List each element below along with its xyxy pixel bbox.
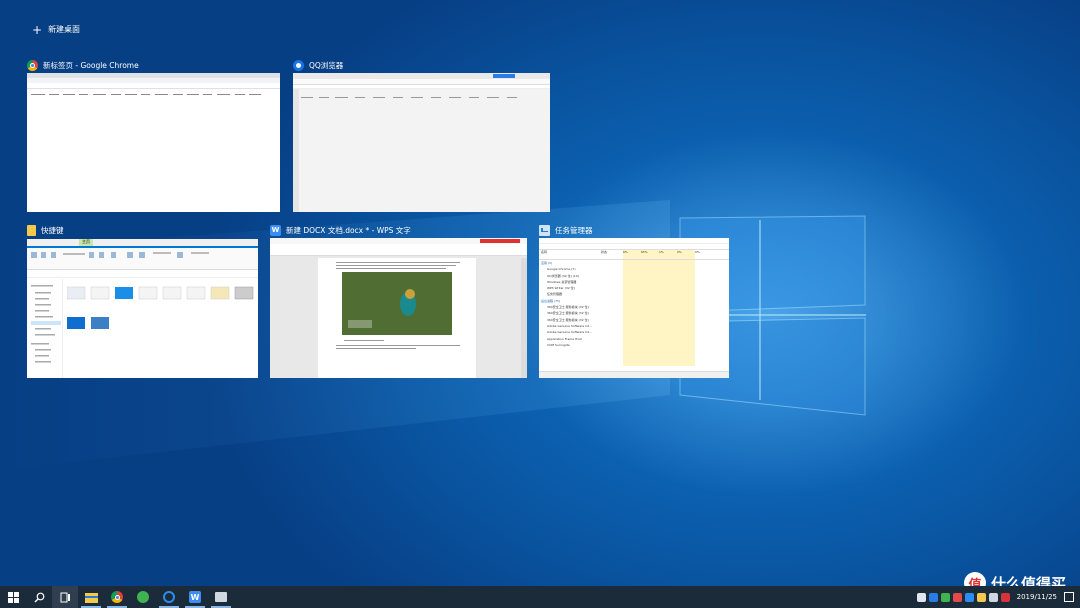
explorer-tab: 主页 <box>79 239 93 246</box>
start-button[interactable] <box>0 586 26 608</box>
start-icon <box>7 591 19 603</box>
window-thumbnail <box>27 73 280 212</box>
taskbar-file-explorer[interactable] <box>78 586 104 608</box>
window-wps-writer[interactable]: W 新建 DOCX 文档.docx * - WPS 文字 <box>270 223 527 378</box>
network-icon[interactable] <box>988 592 998 602</box>
window-thumbnail: 主页 <box>27 239 258 378</box>
window-thumbnail <box>270 238 527 378</box>
column-header[interactable]: 状态 <box>601 250 623 259</box>
window-title: QQ浏览器 <box>309 60 344 70</box>
clock[interactable]: 2019/11/25 <box>1017 593 1057 602</box>
window-title: 新标签页 - Google Chrome <box>43 60 139 70</box>
process-row[interactable]: COM Surrogate <box>541 342 729 348</box>
input-method-icon[interactable] <box>1000 592 1010 602</box>
column-header[interactable]: 65% <box>641 250 659 259</box>
column-header[interactable]: 1% <box>659 250 677 259</box>
window-title: 新建 DOCX 文档.docx * - WPS 文字 <box>286 225 411 235</box>
tray-icon[interactable] <box>952 592 962 602</box>
window-chrome[interactable]: 新标签页 - Google Chrome <box>27 58 280 212</box>
task-manager-icon <box>215 592 227 602</box>
new-desktop-label: 新建桌面 <box>48 25 81 34</box>
taskbar: W 2019/11/25 <box>0 586 1080 608</box>
task-view-button[interactable] <box>52 586 78 608</box>
column-header[interactable]: 0% <box>677 250 695 259</box>
tray-icon[interactable] <box>940 592 950 602</box>
qq-browser-icon <box>163 591 175 603</box>
search-button[interactable] <box>26 586 52 608</box>
search-icon <box>34 592 44 602</box>
window-title: 快捷键 <box>41 225 64 235</box>
task-manager-icon <box>539 224 550 236</box>
plus-icon: + <box>32 22 43 37</box>
tray-icon[interactable] <box>976 592 986 602</box>
window-thumbnail: 名称 状态 6% 65% 1% 0% 0% 应用 (5) Google Chro… <box>539 238 729 378</box>
taskbar-wps[interactable]: W <box>182 586 208 608</box>
taskbar-chrome[interactable] <box>104 586 130 608</box>
file-explorer-icon <box>84 592 98 603</box>
column-header[interactable]: 0% <box>695 250 713 259</box>
window-file-explorer[interactable]: 快捷键 主页 <box>27 223 258 378</box>
taskbar-360[interactable] <box>130 586 156 608</box>
tray-icon[interactable] <box>964 592 974 602</box>
window-thumbnail <box>293 73 550 212</box>
wps-icon: W <box>189 591 201 603</box>
notification-icon[interactable] <box>1064 592 1074 602</box>
column-header[interactable]: 6% <box>623 250 641 259</box>
task-view-icon <box>60 592 70 602</box>
chrome-icon <box>27 59 38 71</box>
clock-date: 2019/11/25 <box>1016 592 1057 601</box>
folder-icon <box>27 224 36 236</box>
window-title: 任务管理器 <box>555 225 593 235</box>
system-tray: 2019/11/25 <box>916 586 1080 608</box>
tray-icon[interactable] <box>916 592 926 602</box>
column-header[interactable]: 名称 <box>539 250 601 259</box>
taskbar-qq-browser[interactable] <box>156 586 182 608</box>
new-desktop-button[interactable]: + 新建桌面 <box>32 22 81 37</box>
360-icon <box>137 591 149 603</box>
window-task-manager[interactable]: 任务管理器 名称 状态 6% 65% 1% 0% 0% 应用 (5) Googl… <box>539 223 729 378</box>
wps-writer-icon: W <box>270 224 281 236</box>
shield-icon[interactable] <box>928 592 938 602</box>
window-qq-browser[interactable]: QQ浏览器 <box>293 58 550 212</box>
qq-browser-icon <box>293 59 304 71</box>
chrome-icon <box>111 591 123 603</box>
taskbar-task-manager[interactable] <box>208 586 234 608</box>
